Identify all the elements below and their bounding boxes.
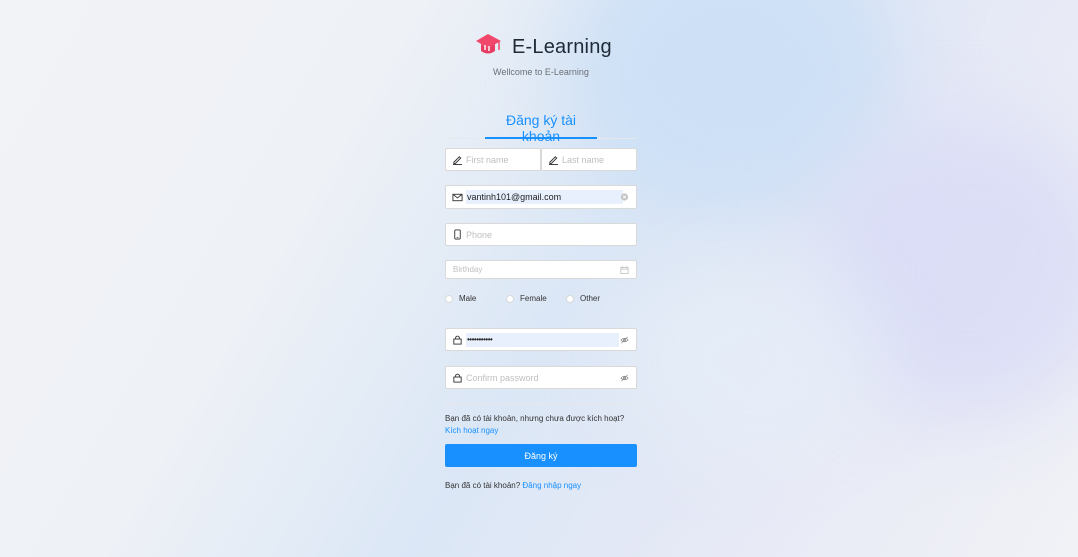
first-name-field[interactable]: First name xyxy=(445,148,541,171)
eye-invisible-icon[interactable] xyxy=(620,335,629,344)
edit-icon xyxy=(452,154,463,165)
app-title: E-Learning xyxy=(512,36,612,58)
radio-other[interactable]: Other xyxy=(566,294,600,303)
clear-icon[interactable] xyxy=(620,193,629,202)
mail-icon xyxy=(452,192,463,203)
email-field[interactable]: vantinh101@gmail.com xyxy=(445,185,637,209)
confirm-password-field[interactable]: Confirm password xyxy=(445,366,637,389)
edit-icon xyxy=(548,154,559,165)
last-name-placeholder: Last name xyxy=(562,154,605,165)
phone-field[interactable]: Phone xyxy=(445,223,637,246)
radio-circle[interactable] xyxy=(506,294,514,303)
activate-now-link[interactable]: Kích hoạt ngay xyxy=(445,425,645,437)
activation-question: Bạn đã có tài khoản, nhưng chưa được kíc… xyxy=(445,414,625,423)
birthday-picker[interactable]: Birthday xyxy=(445,260,637,279)
activation-note: Bạn đã có tài khoản, nhưng chưa được kíc… xyxy=(445,413,645,437)
background-glow xyxy=(820,120,1078,420)
last-name-field[interactable]: Last name xyxy=(541,148,637,171)
tab-bar: Đăng ký tài khoản xyxy=(445,112,637,144)
mobile-icon xyxy=(452,229,463,240)
first-name-placeholder: First name xyxy=(466,154,509,165)
radio-circle[interactable] xyxy=(566,294,574,303)
app-subtitle: Wellcome to E-Learning xyxy=(493,67,589,77)
login-note: Bạn đã có tài khoản? Đăng nhập ngay xyxy=(445,481,665,490)
gender-radio-group: Male Female Other xyxy=(445,294,637,306)
confirm-password-placeholder: Confirm password xyxy=(466,372,539,383)
phone-placeholder: Phone xyxy=(466,229,493,240)
brand-header: E-Learning xyxy=(475,33,612,62)
radio-label: Male xyxy=(459,294,477,303)
radio-male[interactable]: Male xyxy=(445,294,476,303)
birthday-placeholder: Birthday xyxy=(453,265,483,274)
lock-icon xyxy=(452,372,463,383)
calendar-icon[interactable] xyxy=(620,265,629,274)
radio-circle[interactable] xyxy=(445,294,453,303)
tab-active-indicator xyxy=(485,137,597,139)
eye-invisible-icon[interactable] xyxy=(620,373,629,382)
lock-icon xyxy=(452,334,463,345)
radio-label: Other xyxy=(580,294,601,303)
tab-register[interactable]: Đăng ký tài khoản xyxy=(485,112,597,144)
register-button[interactable]: Đăng ký xyxy=(445,444,637,467)
email-value: vantinh101@gmail.com xyxy=(466,190,623,204)
background-glow xyxy=(620,260,880,460)
login-now-link[interactable]: Đăng nhập ngay xyxy=(522,481,581,490)
login-question: Bạn đã có tài khoản? xyxy=(445,481,521,490)
password-value: ••••••••••• xyxy=(466,332,619,347)
password-field[interactable]: ••••••••••• xyxy=(445,328,637,351)
divider xyxy=(445,404,637,405)
radio-female[interactable]: Female xyxy=(506,294,547,303)
graduation-cap-icon xyxy=(475,33,502,62)
radio-label: Female xyxy=(520,294,547,303)
